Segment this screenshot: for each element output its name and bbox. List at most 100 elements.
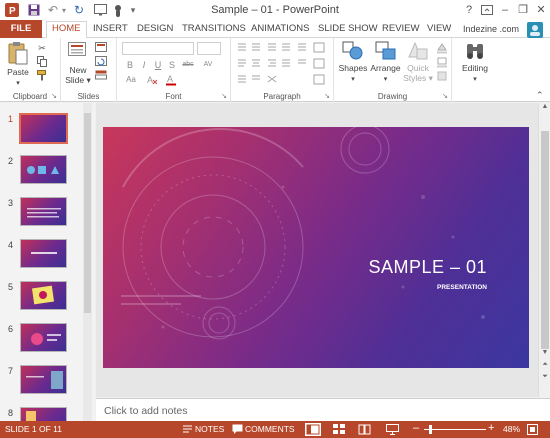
shape-outline-icon[interactable] xyxy=(436,56,448,68)
fit-to-window-button[interactable] xyxy=(527,424,538,437)
close-button[interactable]: ✕ xyxy=(533,2,549,18)
tab-animations[interactable]: ANIMATIONS xyxy=(251,22,309,38)
paragraph-group: Paragraph ↘ xyxy=(231,38,334,102)
zoom-slider-handle[interactable] xyxy=(429,425,432,434)
arrange-button[interactable]: Arrange ▾ xyxy=(369,41,402,83)
cut-icon[interactable]: ✂ xyxy=(36,42,48,54)
zoom-in-button[interactable]: + xyxy=(488,422,494,434)
editor-scroll-thumb[interactable] xyxy=(541,131,549,349)
scroll-up-icon[interactable]: ▲ xyxy=(539,103,550,113)
tab-transitions[interactable]: TRANSITIONS xyxy=(182,22,246,38)
thumbnail-number: 7 xyxy=(8,366,14,376)
notes-pane[interactable]: Click to add notes xyxy=(96,398,550,421)
thumbnail-number: 4 xyxy=(8,240,14,250)
thumbnail-number: 2 xyxy=(8,156,14,166)
slide-editor: SAMPLE – 01 PRESENTATION xyxy=(96,103,550,397)
zoom-level[interactable]: 48% xyxy=(503,424,520,434)
svg-text:A: A xyxy=(147,75,153,85)
svg-text:A: A xyxy=(167,74,173,84)
slide-thumbnail-3[interactable] xyxy=(20,197,67,226)
font-color-icon[interactable]: A xyxy=(165,74,177,86)
title-bar: P ↶ ▾ ↻ ▾ Sample – 01 - PowerPoint ? – ❐… xyxy=(0,0,550,20)
shapes-button[interactable]: Shapes ▾ xyxy=(338,41,368,83)
restore-button[interactable]: ❐ xyxy=(515,2,531,18)
character-spacing-button[interactable]: AV xyxy=(200,59,216,71)
reading-view-button[interactable] xyxy=(358,424,371,437)
italic-button[interactable]: I xyxy=(138,59,150,71)
paragraph-label: Paragraph xyxy=(263,92,301,101)
scroll-down-icon[interactable]: ▼ xyxy=(539,349,550,359)
new-slide-icon xyxy=(68,42,86,56)
tab-file[interactable]: FILE xyxy=(0,20,42,38)
reset-icon[interactable] xyxy=(95,56,107,68)
tab-slide-show[interactable]: SLIDE SHOW xyxy=(318,22,378,38)
clipboard-group: Paste ▾ ✂ Clipboard ↘ xyxy=(0,38,61,102)
slides-label: Slides xyxy=(77,92,100,101)
font-name-input[interactable] xyxy=(122,42,194,55)
layout-icon[interactable] xyxy=(95,42,107,54)
format-painter-icon[interactable] xyxy=(36,70,48,82)
notes-button[interactable]: NOTES xyxy=(195,424,224,434)
tab-home[interactable]: HOME xyxy=(46,21,87,39)
slide-sorter-view-button[interactable] xyxy=(333,424,345,437)
editing-button[interactable]: Editing ▾ xyxy=(455,41,495,83)
account-name[interactable]: Indezine .com xyxy=(463,22,519,38)
strikethrough-button[interactable]: abc xyxy=(180,59,196,71)
slide-thumbnail-2[interactable] xyxy=(20,155,67,184)
font-launcher-icon[interactable]: ↘ xyxy=(221,92,227,100)
thumbnails-scroll-thumb[interactable] xyxy=(84,113,91,313)
account-avatar[interactable] xyxy=(527,22,543,38)
slide-thumbnail-1[interactable] xyxy=(19,113,68,144)
slide-thumbnail-8[interactable] xyxy=(20,407,67,421)
section-icon[interactable] xyxy=(95,70,107,82)
shadow-button[interactable]: S xyxy=(166,59,178,71)
ribbon-display-options-button[interactable] xyxy=(479,2,495,18)
slide-thumbnail-5[interactable] xyxy=(20,281,67,310)
copy-icon[interactable] xyxy=(36,56,48,68)
underline-button[interactable]: U xyxy=(152,59,164,71)
notes-icon[interactable] xyxy=(182,424,193,436)
shape-fill-icon[interactable] xyxy=(436,42,448,54)
drawing-launcher-icon[interactable]: ↘ xyxy=(442,92,448,100)
thumbnails-scrollbar[interactable] xyxy=(83,103,92,421)
slide-thumbnail-4[interactable] xyxy=(20,239,67,268)
normal-view-button[interactable] xyxy=(305,423,321,436)
paste-icon xyxy=(8,42,28,65)
tab-view[interactable]: VIEW xyxy=(427,22,451,38)
thumbnail-number: 5 xyxy=(8,282,14,292)
collapse-ribbon-icon[interactable]: ⌃ xyxy=(536,90,544,101)
bold-button[interactable]: B xyxy=(124,59,136,71)
tab-review[interactable]: REVIEW xyxy=(382,22,419,38)
clipboard-launcher-icon[interactable]: ↘ xyxy=(51,92,57,100)
slide-show-view-button[interactable] xyxy=(386,424,399,437)
slide-title[interactable]: SAMPLE – 01 xyxy=(368,257,487,278)
current-slide[interactable]: SAMPLE – 01 PRESENTATION xyxy=(103,127,529,368)
ribbon: Paste▾ ✂ Clipboard ↘ NewSlide ▾ Slides xyxy=(0,38,550,102)
comments-icon[interactable] xyxy=(232,424,243,436)
next-slide-icon[interactable]: ⏷ xyxy=(539,373,550,383)
help-button[interactable]: ? xyxy=(461,2,477,18)
font-group: B I U S abc AV Aa A A Font ↘ xyxy=(117,38,231,102)
slide-subtitle[interactable]: PRESENTATION xyxy=(437,284,487,291)
slide-thumbnail-6[interactable] xyxy=(20,323,67,352)
new-slide-button[interactable]: New Slide ▾ xyxy=(64,41,92,86)
tab-insert[interactable]: INSERT xyxy=(93,22,128,38)
previous-slide-icon[interactable]: ⏶ xyxy=(539,361,550,371)
paste-dropdown-icon[interactable]: ▾ xyxy=(16,80,20,87)
comments-button[interactable]: COMMENTS xyxy=(245,424,295,434)
shape-effects-icon[interactable] xyxy=(436,70,448,82)
paragraph-launcher-icon[interactable]: ↘ xyxy=(324,92,330,100)
paragraph-tools-icon[interactable] xyxy=(236,42,330,86)
font-size-input[interactable] xyxy=(197,42,221,55)
change-case-button[interactable]: Aa xyxy=(124,74,138,86)
quick-styles-button[interactable]: Quick Styles ▾ xyxy=(402,41,434,84)
minimize-button[interactable]: – xyxy=(497,2,513,18)
tab-design[interactable]: DESIGN xyxy=(137,22,173,38)
clear-formatting-icon[interactable]: A xyxy=(146,74,158,86)
slide-thumbnail-7[interactable] xyxy=(20,365,67,394)
notes-placeholder: Click to add notes xyxy=(104,405,188,417)
editor-scrollbar[interactable]: ▲ ▼ ⏶ ⏷ xyxy=(538,103,550,397)
zoom-slider[interactable] xyxy=(424,429,486,430)
paste-button[interactable]: Paste ▾ xyxy=(5,41,31,87)
zoom-out-button[interactable]: – xyxy=(413,422,419,434)
